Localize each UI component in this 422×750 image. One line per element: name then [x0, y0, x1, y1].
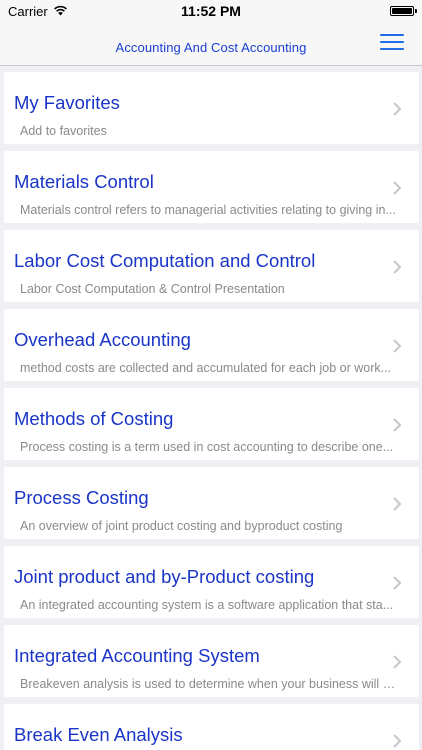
list-item-joint-product[interactable]: Joint product and by-Product costing An …	[4, 546, 419, 618]
clock: 11:52 PM	[181, 3, 241, 19]
chevron-right-icon	[393, 181, 402, 195]
page-title: Accounting And Cost Accounting	[115, 40, 307, 55]
list-item-title: Process Costing	[14, 487, 149, 508]
list-item-subtitle: Add to favorites	[20, 124, 107, 138]
topic-list: My Favorites Add to favorites Materials …	[0, 66, 422, 750]
list-item-process-costing[interactable]: Process Costing An overview of joint pro…	[4, 467, 419, 539]
list-item-break-even[interactable]: Break Even Analysis	[4, 704, 419, 750]
chevron-right-icon	[393, 260, 402, 274]
chevron-right-icon	[393, 576, 402, 590]
list-item-title: Integrated Accounting System	[14, 645, 260, 666]
list-item-title: My Favorites	[14, 92, 120, 113]
chevron-right-icon	[393, 497, 402, 511]
chevron-right-icon	[393, 734, 402, 748]
chevron-right-icon	[393, 655, 402, 669]
list-item-subtitle: Process costing is a term used in cost a…	[20, 440, 394, 454]
list-item-title: Materials Control	[14, 171, 154, 192]
list-item-subtitle: An integrated accounting system is a sof…	[20, 598, 394, 612]
list-item-labor-cost[interactable]: Labor Cost Computation and Control Labor…	[4, 230, 419, 302]
chevron-right-icon	[393, 339, 402, 353]
battery-icon	[390, 6, 417, 16]
hamburger-menu-icon[interactable]	[380, 31, 404, 53]
list-item-title: Overhead Accounting	[14, 329, 191, 350]
list-item-my-favorites[interactable]: My Favorites Add to favorites	[4, 72, 419, 144]
list-item-subtitle: method costs are collected and accumulat…	[20, 361, 392, 375]
list-item-methods-of-costing[interactable]: Methods of Costing Process costing is a …	[4, 388, 419, 460]
list-item-title: Labor Cost Computation and Control	[14, 250, 316, 271]
list-item-subtitle: Materials control refers to managerial a…	[20, 203, 396, 217]
chevron-right-icon	[393, 418, 402, 432]
list-item-subtitle: Labor Cost Computation & Control Present…	[20, 282, 285, 296]
list-item-materials-control[interactable]: Materials Control Materials control refe…	[4, 151, 419, 223]
navigation-bar: Accounting And Cost Accounting	[0, 22, 422, 66]
list-item-subtitle: Breakeven analysis is used to determine …	[20, 677, 399, 691]
status-bar: Carrier 11:52 PM	[0, 0, 422, 22]
list-item-title: Break Even Analysis	[14, 724, 183, 745]
list-item-overhead-accounting[interactable]: Overhead Accounting method costs are col…	[4, 309, 419, 381]
list-item-title: Methods of Costing	[14, 408, 174, 429]
chevron-right-icon	[393, 102, 402, 116]
list-item-title: Joint product and by-Product costing	[14, 566, 315, 587]
list-item-integrated-accounting[interactable]: Integrated Accounting System Breakeven a…	[4, 625, 419, 697]
list-item-subtitle: An overview of joint product costing and…	[20, 519, 343, 533]
